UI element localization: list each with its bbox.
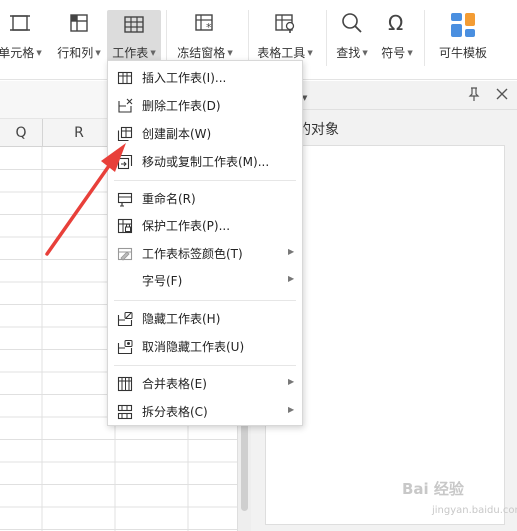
menu-item-label: 移动或复制工作表(M)... [142, 155, 270, 169]
find-label: 查找 [336, 46, 361, 60]
table-tools-icon [272, 10, 298, 36]
menu-item-merge-tables[interactable]: 合并表格(E) ▶ [108, 371, 302, 397]
menu-item-label: 拆分表格(C) [142, 405, 208, 419]
menu-divider [114, 300, 296, 301]
insert-sheet-icon [117, 70, 133, 86]
column-header-r[interactable]: R [43, 119, 115, 147]
tab-color-icon [117, 246, 133, 262]
menu-item-label: 重命名(R) [142, 192, 196, 206]
merge-tables-icon [117, 376, 133, 392]
menu-item-create-copy[interactable]: 创建副本(W) [108, 121, 302, 147]
chevron-down-icon: ▼ [307, 49, 313, 57]
column-header-q[interactable]: Q [0, 119, 42, 147]
menu-item-font-size[interactable]: 字号(F) ▶ [108, 268, 302, 294]
menu-item-delete-sheet[interactable]: 删除工作表(D) [108, 93, 302, 119]
menu-divider [114, 180, 296, 181]
chevron-right-icon: ▶ [288, 247, 295, 256]
hide-sheet-icon [117, 311, 133, 327]
watermark-url: jingyan.baidu.com [432, 505, 517, 516]
menu-item-label: 合并表格(E) [142, 377, 207, 391]
unhide-sheet-icon [117, 339, 133, 355]
rows-cols-icon [66, 10, 92, 36]
menu-item-protect-sheet[interactable]: 保护工作表(P)... [108, 213, 302, 239]
menu-item-label: 字号(F) [142, 274, 183, 288]
table-tools-label: 表格工具 [257, 46, 306, 60]
menu-item-unhide-sheet[interactable]: 取消隐藏工作表(U) [108, 334, 302, 360]
chevron-down-icon: ▼ [150, 49, 156, 57]
ribbon-divider [424, 10, 425, 66]
menu-item-insert-sheet[interactable]: 插入工作表(I)... [108, 65, 302, 91]
chevron-right-icon: ▶ [288, 274, 295, 283]
close-icon[interactable] [494, 86, 510, 102]
search-icon [339, 10, 365, 36]
template-icon [448, 10, 478, 40]
menu-item-label: 取消隐藏工作表(U) [142, 340, 245, 354]
chevron-down-icon: ▼ [362, 49, 368, 57]
chevron-right-icon: ▶ [288, 405, 295, 414]
worksheet-label: 工作表 [112, 46, 149, 60]
menu-item-tab-color[interactable]: 工作表标签颜色(T) ▶ [108, 241, 302, 267]
protect-sheet-icon [117, 218, 133, 234]
ribbon-divider [166, 10, 167, 66]
table-tools-button[interactable]: 表格工具 ▼ [255, 8, 315, 64]
ribbon-divider [326, 10, 327, 66]
cell-icon [7, 10, 33, 36]
cell-button[interactable]: 单元格 ▼ [0, 8, 42, 64]
watermark-logo: Bai 经验 [402, 480, 464, 498]
freeze-panes-icon: * [192, 10, 218, 36]
menu-item-rename[interactable]: 重命名(R) [108, 186, 302, 212]
worksheet-dropdown-menu: 插入工作表(I)... 删除工作表(D) 创建副本(W) 移动或复制工作表(M)… [107, 60, 303, 426]
cell-label: 单元格 [0, 46, 35, 60]
menu-item-label: 隐藏工作表(H) [142, 312, 221, 326]
symbol-button[interactable]: Ω 符号 ▼ [377, 8, 417, 64]
freeze-panes-label: 冻结窗格 [177, 46, 226, 60]
chevron-down-icon: ▼ [36, 49, 42, 57]
svg-text:Ω: Ω [388, 11, 403, 35]
worksheet-icon [121, 12, 147, 38]
pin-icon[interactable] [466, 86, 482, 102]
menu-item-label: 保护工作表(P)... [142, 219, 231, 233]
menu-item-split-table[interactable]: 拆分表格(C) ▶ [108, 399, 302, 425]
delete-sheet-icon [117, 98, 133, 114]
freeze-panes-button[interactable]: * 冻结窗格 ▼ [174, 8, 236, 64]
rows-cols-button[interactable]: 行和列 ▼ [54, 8, 104, 64]
omega-icon: Ω [384, 10, 410, 36]
rename-icon [117, 191, 133, 207]
menu-item-move-or-copy[interactable]: 移动或复制工作表(M)... [108, 149, 302, 175]
chevron-right-icon: ▶ [288, 377, 295, 386]
template-label: 可牛模板 [438, 46, 487, 60]
chevron-down-icon: ▼ [95, 49, 101, 57]
split-table-icon [117, 404, 133, 420]
find-button[interactable]: 查找 ▼ [333, 8, 371, 64]
menu-item-label: 插入工作表(I)... [142, 71, 227, 85]
rows-cols-label: 行和列 [57, 46, 94, 60]
template-button[interactable]: 可牛模板 [434, 8, 492, 64]
ribbon-divider [248, 10, 249, 66]
copy-sheet-icon [117, 126, 133, 142]
chevron-down-icon: ▼ [407, 49, 413, 57]
worksheet-button[interactable]: 工作表 ▼ [107, 10, 161, 62]
svg-text:*: * [206, 21, 212, 34]
menu-divider [114, 365, 296, 366]
menu-item-label: 删除工作表(D) [142, 99, 221, 113]
move-copy-sheet-icon [117, 154, 133, 170]
menu-item-hide-sheet[interactable]: 隐藏工作表(H) [108, 306, 302, 332]
menu-item-label: 创建副本(W) [142, 127, 212, 141]
menu-item-label: 工作表标签颜色(T) [142, 247, 243, 261]
chevron-down-icon: ▼ [227, 49, 233, 57]
symbol-label: 符号 [381, 46, 406, 60]
